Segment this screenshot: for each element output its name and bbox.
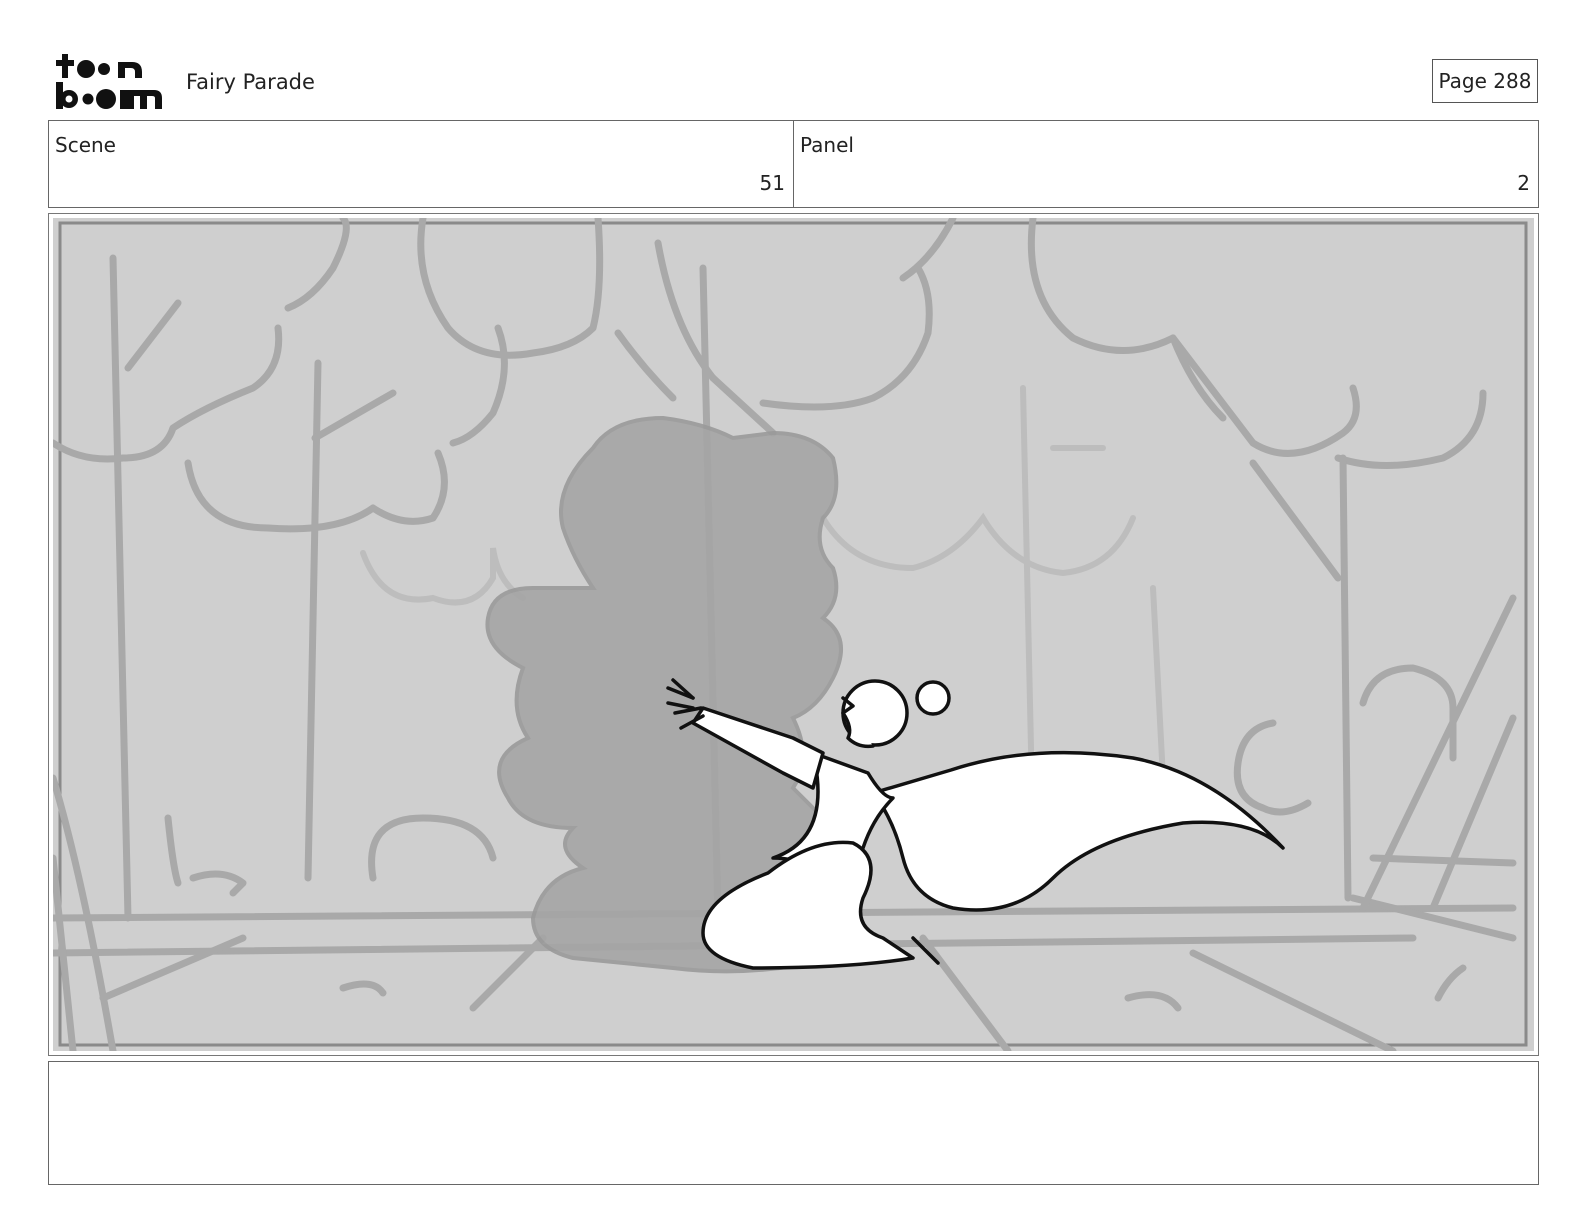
scene-value: 51 — [759, 171, 785, 195]
scene-cell: Scene 51 — [49, 121, 793, 207]
dialog-notes-box — [48, 1061, 1539, 1185]
storyboard-sketch-image — [53, 218, 1534, 1051]
page-number-label: Page 288 — [1438, 69, 1532, 93]
page-number-box: Page 288 — [1432, 59, 1538, 103]
toon-boom-logo — [56, 54, 162, 109]
project-title: Fairy Parade — [186, 70, 315, 94]
panel-label: Panel — [800, 133, 854, 157]
scene-panel-info: Scene 51 Panel 2 — [48, 120, 1539, 208]
panel-cell: Panel 2 — [793, 121, 1538, 207]
scene-label: Scene — [55, 133, 116, 157]
panel-value: 2 — [1517, 171, 1530, 195]
storyboard-panel — [48, 213, 1539, 1056]
